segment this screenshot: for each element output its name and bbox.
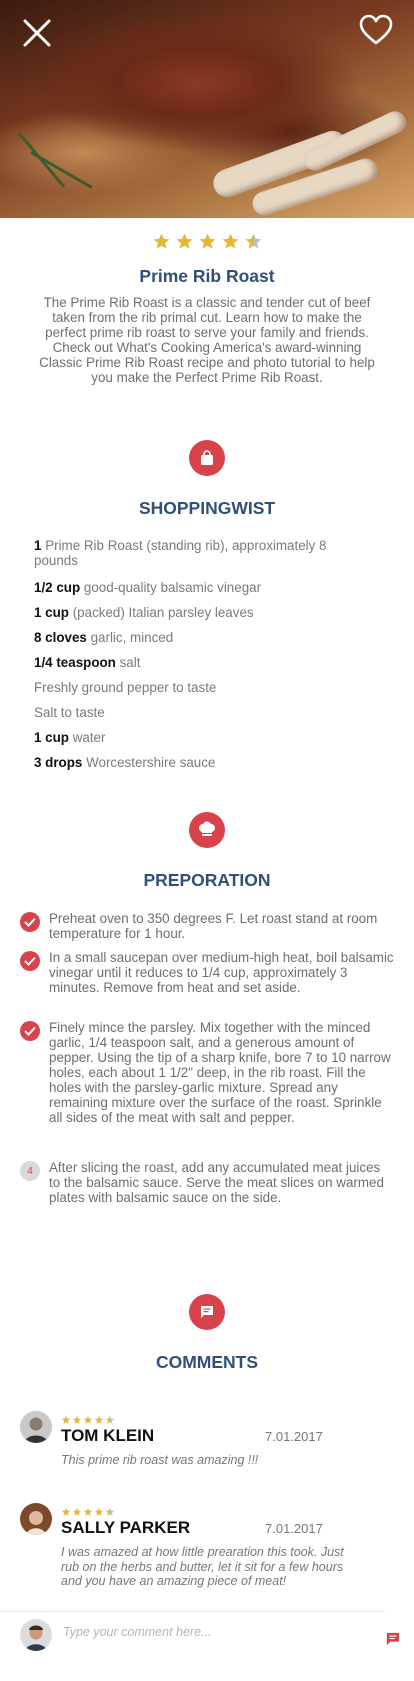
comment-date: 7.01.2017 (265, 1521, 323, 1536)
comments-title: COMMENTS (155, 1352, 259, 1372)
comment-text: This prime rib roast was amazing !!! (61, 1453, 259, 1467)
ingredient-text: salt (119, 655, 141, 670)
ingredient-text: garlic, minced (90, 630, 174, 645)
avatar (20, 1503, 52, 1535)
step-number-badge[interactable]: 4 (20, 1161, 40, 1181)
comment-author: TOM KLEIN (61, 1426, 155, 1445)
ingredient-quantity: 1 cup (34, 730, 69, 745)
ingredient-item: Freshly ground pepper to taste (34, 680, 354, 695)
ingredient-quantity: 1/4 teaspoon (34, 655, 116, 670)
chef-hat-icon (189, 812, 225, 848)
ingredient-item: 1/4 teaspoon salt (34, 655, 354, 670)
star-icon (152, 232, 171, 256)
ingredient-text: Prime Rib Roast (standing rib), approxim… (34, 538, 327, 568)
step-text: In a small saucepan over medium-high hea… (49, 950, 394, 995)
shopping-bag-icon (189, 440, 225, 476)
avatar (20, 1411, 52, 1443)
ingredient-quantity: 3 drops (34, 755, 83, 770)
ingredient-text: Freshly ground pepper to taste (34, 680, 217, 695)
ingredient-quantity: 8 cloves (34, 630, 87, 645)
recipe-title: Prime Rib Roast (139, 266, 275, 286)
step-text: After slicing the roast, add any accumul… (49, 1160, 384, 1205)
step-text: Preheat oven to 350 degrees F. Let roast… (49, 911, 378, 941)
comment-text: I was amazed at how little prearation th… (61, 1545, 344, 1588)
ingredient-text: good-quality balsamic vinegar (83, 580, 262, 595)
comment-input-bar (0, 1611, 385, 1658)
ingredient-quantity: 1 cup (34, 605, 69, 620)
star-icon (221, 232, 240, 256)
hero-image (0, 0, 414, 218)
step-checked-icon[interactable] (20, 1021, 40, 1041)
comment-icon (189, 1294, 225, 1330)
ingredient-item: 1 cup water (34, 730, 354, 745)
star-icon (175, 232, 194, 256)
step-text: Finely mince the parsley. Mix together w… (49, 1020, 391, 1125)
ingredient-item: Salt to taste (34, 705, 354, 720)
ingredient-quantity: 1 (34, 538, 42, 553)
ingredient-text: Worcestershire sauce (86, 755, 216, 770)
ingredient-text: water (72, 730, 106, 745)
ingredient-item: 3 drops Worcestershire sauce (34, 755, 354, 770)
ingredient-quantity: 1/2 cup (34, 580, 81, 595)
ingredient-text: Salt to taste (34, 705, 105, 720)
ingredient-item: 1/2 cup good-quality balsamic vinegar (34, 580, 354, 595)
recipe-rating (0, 232, 414, 256)
comment-input[interactable] (61, 1624, 365, 1640)
ingredient-text: (packed) Italian parsley leaves (72, 605, 254, 620)
shopping-title: SHOPPINGWIST (138, 498, 276, 518)
comment-author: SALLY PARKER (61, 1518, 191, 1537)
send-comment-icon[interactable] (386, 1632, 400, 1646)
step-checked-icon[interactable] (20, 912, 40, 932)
comment-date: 7.01.2017 (265, 1429, 323, 1444)
ingredient-item: 1 Prime Rib Roast (standing rib), approx… (34, 538, 354, 568)
avatar (20, 1619, 52, 1651)
star-icon (198, 232, 217, 256)
preparation-title: PREPORATION (143, 870, 271, 890)
ingredient-item: 1 cup (packed) Italian parsley leaves (34, 605, 354, 620)
close-icon[interactable] (20, 16, 54, 50)
heart-icon[interactable] (358, 14, 394, 46)
step-checked-icon[interactable] (20, 951, 40, 971)
star-icon (244, 232, 263, 256)
ingredient-item: 8 cloves garlic, minced (34, 630, 354, 645)
recipe-description: The Prime Rib Roast is a classic and ten… (39, 295, 375, 385)
